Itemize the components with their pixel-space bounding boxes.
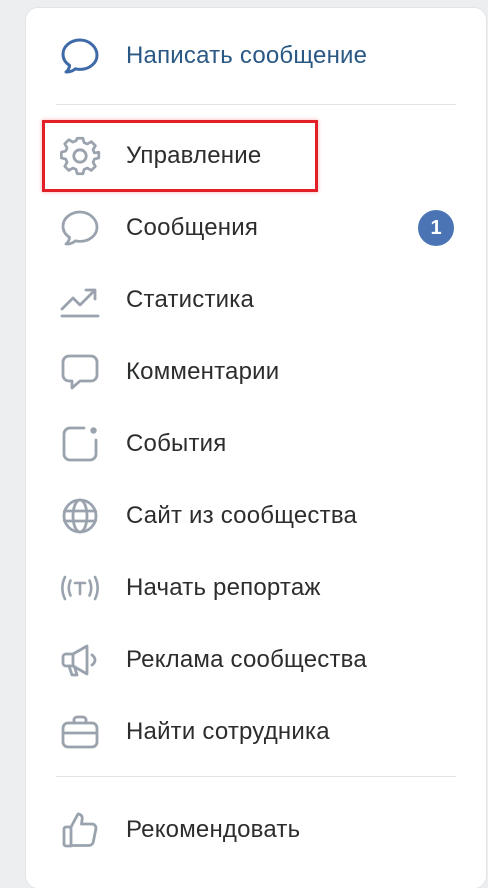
sidebar-item-label: Управление: [126, 142, 262, 169]
sidebar-item-community-ads[interactable]: Реклама сообщества: [26, 624, 486, 696]
recommend-label: Рекомендовать: [126, 816, 301, 843]
sidebar-item-messages[interactable]: Сообщения 1: [26, 192, 486, 264]
comment-square-icon: [58, 350, 102, 394]
broadcast-icon: [58, 566, 102, 610]
event-icon: [58, 422, 102, 466]
sidebar-item-label: События: [126, 430, 227, 457]
sidebar-item-comments[interactable]: Комментарии: [26, 336, 486, 408]
sidebar-item-label: Сайт из сообщества: [126, 502, 358, 529]
thumbs-up-icon: [58, 808, 102, 852]
megaphone-icon: [58, 638, 102, 682]
sidebar-item-label: Найти сотрудника: [126, 718, 330, 745]
sidebar-item-label: Сообщения: [126, 214, 259, 241]
trend-chart-icon: [58, 278, 102, 322]
sidebar-item-label: Начать репортаж: [126, 574, 321, 601]
sidebar-item-label: Реклама сообщества: [126, 646, 367, 673]
write-message-button[interactable]: Написать сообщение: [26, 20, 486, 92]
divider: [56, 776, 456, 777]
gear-icon: [58, 134, 102, 178]
recommend-button[interactable]: Рекомендовать: [26, 794, 486, 866]
sidebar-item-label: Комментарии: [126, 358, 280, 385]
sidebar-item-management[interactable]: Управление: [26, 120, 486, 192]
briefcase-icon: [58, 710, 102, 754]
write-message-label: Написать сообщение: [126, 42, 368, 69]
sidebar-item-statistics[interactable]: Статистика: [26, 264, 486, 336]
chat-bubble-icon: [58, 206, 102, 250]
community-actions-menu: Написать сообщение Управление Сообщения …: [26, 8, 486, 888]
divider: [56, 104, 456, 105]
globe-icon: [58, 494, 102, 538]
sidebar-item-find-employee[interactable]: Найти сотрудника: [26, 696, 486, 768]
sidebar-item-label: Статистика: [126, 286, 255, 313]
sidebar-item-start-broadcast[interactable]: Начать репортаж: [26, 552, 486, 624]
unread-count-badge: 1: [418, 210, 454, 246]
sidebar-item-events[interactable]: События: [26, 408, 486, 480]
sidebar-item-community-site[interactable]: Сайт из сообщества: [26, 480, 486, 552]
chat-bubble-icon: [58, 34, 102, 78]
